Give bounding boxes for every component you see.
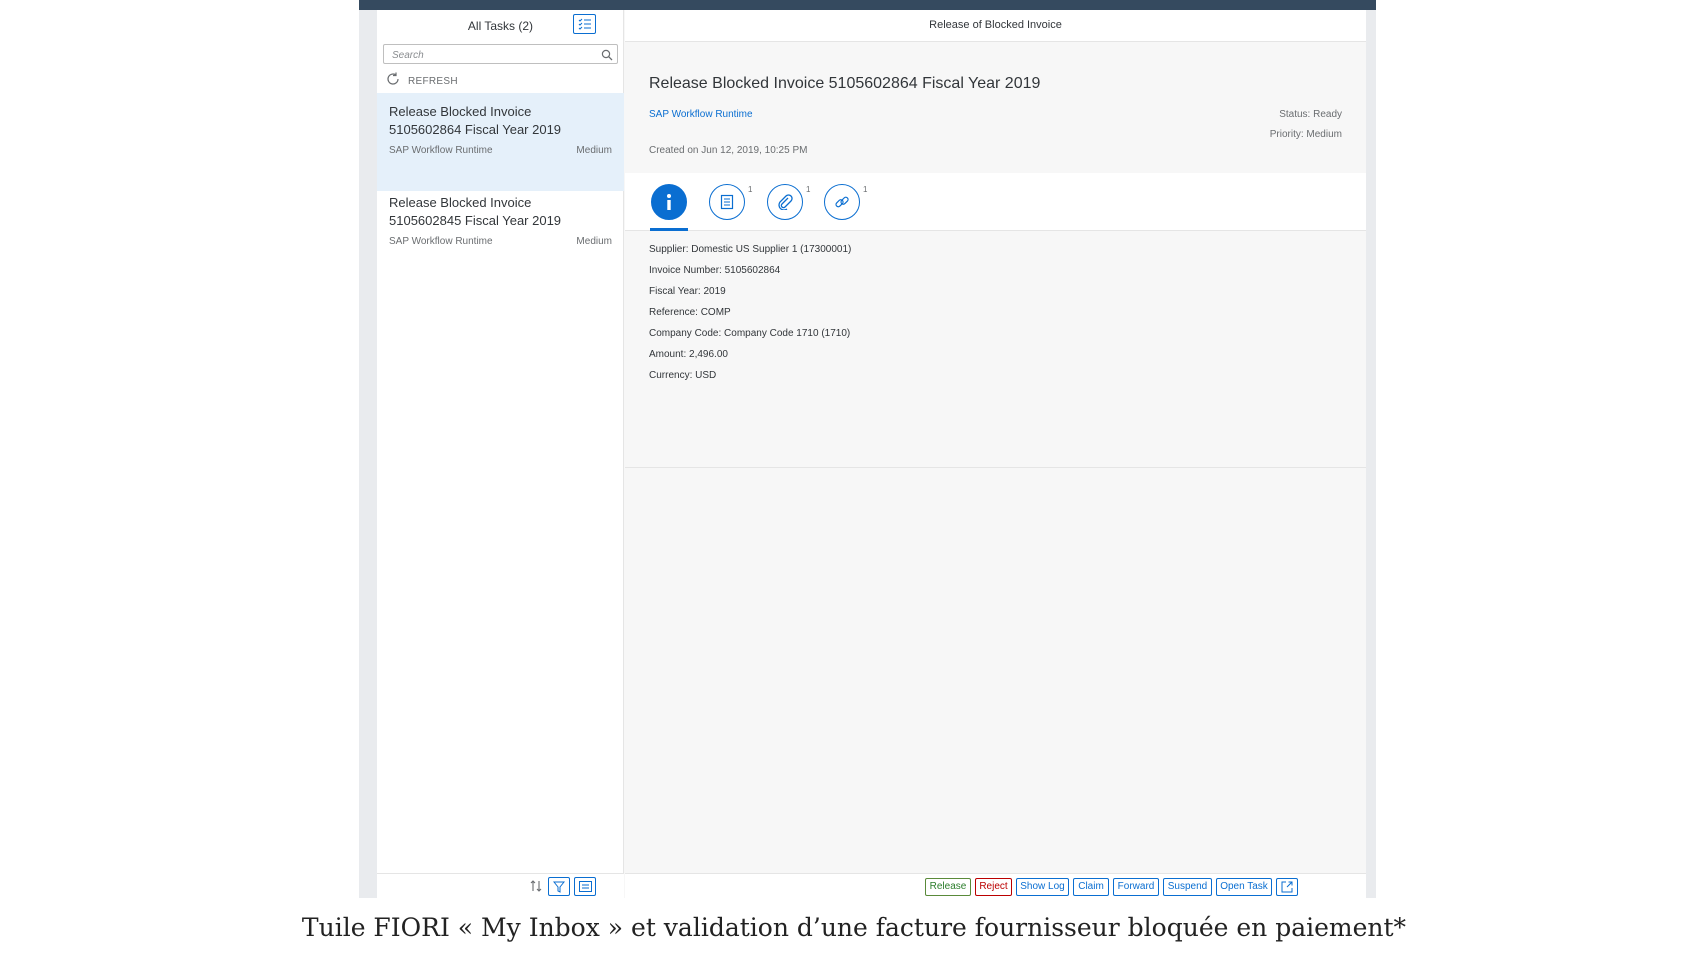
list-select-icon [578,18,591,30]
attachments-count: 1 [806,185,811,194]
info-supplier: Supplier: Domestic US Supplier 1 (173000… [649,244,852,255]
search-input[interactable] [384,46,584,65]
info-company-code: Company Code: Company Code 1710 (1710) [649,328,851,339]
task-list-header: All Tasks (2) [377,10,624,42]
task-priority: Medium [576,145,612,156]
share-icon [1281,881,1293,893]
task-list-footer [377,873,624,898]
status-text: Status: Ready [1279,109,1342,120]
tab-notes[interactable] [709,184,745,220]
notes-icon [720,194,734,210]
task-source: SAP Workflow Runtime [389,236,493,247]
detail-title-bar: Release of Blocked Invoice [625,10,1366,42]
source-link[interactable]: SAP Workflow Runtime [649,109,753,120]
notes-count: 1 [748,185,753,194]
filter-button[interactable] [548,877,570,896]
release-button[interactable]: Release [925,878,971,896]
task-detail-pane: Release of Blocked Invoice Release Block… [625,10,1366,898]
priority-text: Priority: Medium [1269,129,1342,140]
reject-button[interactable]: Reject [975,878,1012,896]
claim-button[interactable]: Claim [1073,878,1109,896]
task-title: Release Blocked Invoice 5105602864 Fisca… [389,104,562,137]
filter-icon [553,881,565,893]
app-frame: All Tasks (2) Search REFRESH Release Blo… [359,0,1376,898]
search-icon[interactable] [601,48,613,66]
multi-select-button[interactable] [573,14,596,34]
refresh-button[interactable]: REFRESH [377,70,624,92]
task-list-item[interactable]: Release Blocked Invoice 5105602864 Fisca… [377,93,624,191]
refresh-icon [386,72,400,91]
share-button[interactable] [1276,878,1298,896]
info-icon [667,194,671,210]
action-footer: Release Reject Show Log Claim Forward Su… [625,873,1366,898]
open-task-button[interactable]: Open Task [1216,878,1272,896]
group-icon [578,881,592,892]
forward-button[interactable]: Forward [1113,878,1159,896]
suspend-button[interactable]: Suspend [1163,878,1212,896]
tab-related-objects[interactable] [824,184,860,220]
task-information-section: Supplier: Domestic US Supplier 1 (173000… [625,232,1366,468]
info-amount: Amount: 2,496.00 [649,349,728,360]
group-button[interactable] [574,877,596,896]
show-log-button[interactable]: Show Log [1016,878,1069,896]
task-detail-title: Release Blocked Invoice 5105602864 Fisca… [649,75,1041,92]
info-currency: Currency: USD [649,370,717,381]
icon-tab-bar: 1 1 1 [625,173,1366,231]
sort-icon[interactable] [529,879,543,898]
my-inbox-app: All Tasks (2) Search REFRESH Release Blo… [377,10,1366,898]
task-priority: Medium [576,236,612,247]
slide-caption: Tuile FIORI « My Inbox » et validation d… [301,913,1407,942]
search-field[interactable] [383,44,618,66]
created-date: Created on Jun 12, 2019, 10:25 PM [649,145,808,156]
tab-attachments[interactable] [767,184,803,220]
info-invoice-number: Invoice Number: 5105602864 [649,265,781,276]
related-objects-count: 1 [863,185,868,194]
tab-info[interactable] [651,184,687,220]
task-source: SAP Workflow Runtime [389,145,493,156]
link-icon [835,196,849,208]
task-list-pane: All Tasks (2) Search REFRESH Release Blo… [377,10,624,898]
task-list-item[interactable]: Release Blocked Invoice 5105602845 Fisca… [377,184,624,282]
active-tab-indicator [650,228,688,231]
object-header: Release Blocked Invoice 5105602864 Fisca… [625,43,1366,173]
info-fiscal-year: Fiscal Year: 2019 [649,286,726,297]
shell-bar [359,0,1376,10]
detail-bar-title: Release of Blocked Invoice [929,19,1062,31]
attachment-icon [778,194,793,210]
info-reference: Reference: COMP [649,307,731,318]
task-title: Release Blocked Invoice 5105602845 Fisca… [389,195,562,228]
refresh-label: REFRESH [408,75,458,87]
